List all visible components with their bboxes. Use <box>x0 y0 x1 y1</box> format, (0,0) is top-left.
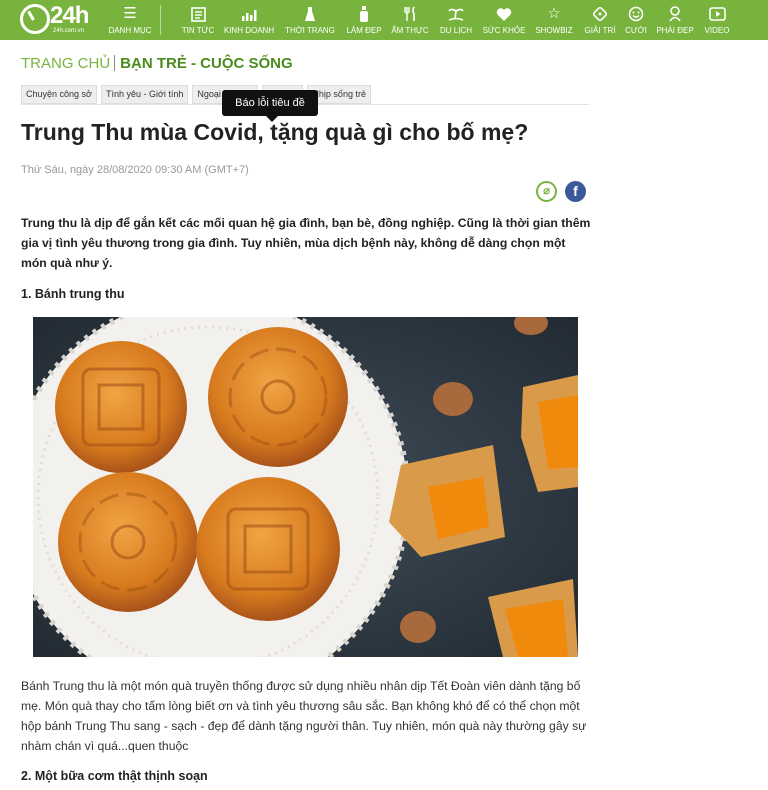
top-nav: 24h 24h.com.vn ☰ DANH MỤC TIN TỨC KINH D… <box>0 0 768 40</box>
smile-icon <box>627 5 645 23</box>
facebook-share-icon[interactable]: f <box>565 181 586 202</box>
nav-divider <box>160 5 161 35</box>
heart-icon <box>495 5 513 23</box>
logo-sub: 24h.com.vn <box>53 28 85 34</box>
nav-item-kinh-doanh[interactable]: KINH DOANH <box>222 0 276 40</box>
lotion-icon <box>355 5 373 23</box>
article-paragraph-1: Bánh Trung thu là một món quà truyền thố… <box>21 679 587 753</box>
nav-item-thoi-trang[interactable]: THỜI TRANG <box>282 0 338 40</box>
news-icon <box>189 5 207 23</box>
dress-icon <box>301 5 319 23</box>
palm-tree-icon <box>447 5 465 23</box>
subcategory-tags: Chuyện công sở Tình yêu - Giới tính Ngoạ… <box>21 85 371 104</box>
breadcrumb-category[interactable]: BẠN TRẺ - CUỘC SỐNG <box>120 55 293 72</box>
nav-item-am-thuc[interactable]: ẨM THỰC <box>388 0 432 40</box>
section-heading-1: 1. Bánh trung thu <box>21 287 125 301</box>
chart-icon <box>240 5 258 23</box>
nav-item-du-lich[interactable]: DU LỊCH <box>436 0 476 40</box>
nav-item-giai-tri[interactable]: GIẢI TRÍ <box>580 0 620 40</box>
article-title: Trung Thu mùa Covid, tặng quà gì cho bố … <box>21 119 529 145</box>
nav-item-showbiz[interactable]: ☆ SHOWBIZ <box>532 0 576 40</box>
hamburger-icon: ☰ <box>123 5 137 22</box>
nav-item-tin-tuc[interactable]: TIN TỨC <box>178 0 218 40</box>
nav-item-lam-dep[interactable]: LÀM ĐẸP <box>342 0 386 40</box>
logo-text: 24h <box>50 2 89 29</box>
mooncake-photo <box>33 317 578 657</box>
nav-item-cuoi[interactable]: CƯỜI <box>622 0 650 40</box>
star-icon: ☆ <box>547 5 561 22</box>
woman-icon <box>666 5 684 23</box>
fork-knife-icon <box>401 5 419 23</box>
nav-item-suc-khoe[interactable]: SỨC KHỎE <box>480 0 528 40</box>
breadcrumb-divider <box>114 55 116 71</box>
tag-tinh-yeu[interactable]: Tình yêu - Giới tính <box>100 85 189 104</box>
breadcrumb: TRANG CHỦ BẠN TRẺ - CUỘC SỐNG <box>21 55 293 72</box>
video-icon <box>708 5 726 23</box>
clock-icon <box>20 4 50 34</box>
ticket-icon <box>591 5 609 23</box>
article-date: Thứ Sáu, ngày 28/08/2020 09:30 AM (GMT+7… <box>21 164 249 176</box>
breadcrumb-home[interactable]: TRANG CHỦ <box>21 55 110 72</box>
nav-menu-button[interactable]: ☰ DANH MỤC <box>106 0 154 40</box>
article-lead: Trung thu là dịp để gắn kết các mối quan… <box>21 216 591 270</box>
site-logo[interactable]: 24h 24h.com.vn <box>20 2 89 36</box>
report-title-tooltip: Báo lỗi tiêu đề <box>222 90 318 122</box>
tag-chuyen-cong-so[interactable]: Chuyện công sở <box>21 85 97 104</box>
share-24h-icon[interactable]: ⌀ <box>536 181 557 202</box>
nav-item-phai-dep[interactable]: PHÁI ĐẸP <box>654 0 696 40</box>
section-heading-2: 2. Một bữa cơm thật thịnh soạn <box>21 769 208 783</box>
nav-item-video[interactable]: VIDEO <box>700 0 734 40</box>
